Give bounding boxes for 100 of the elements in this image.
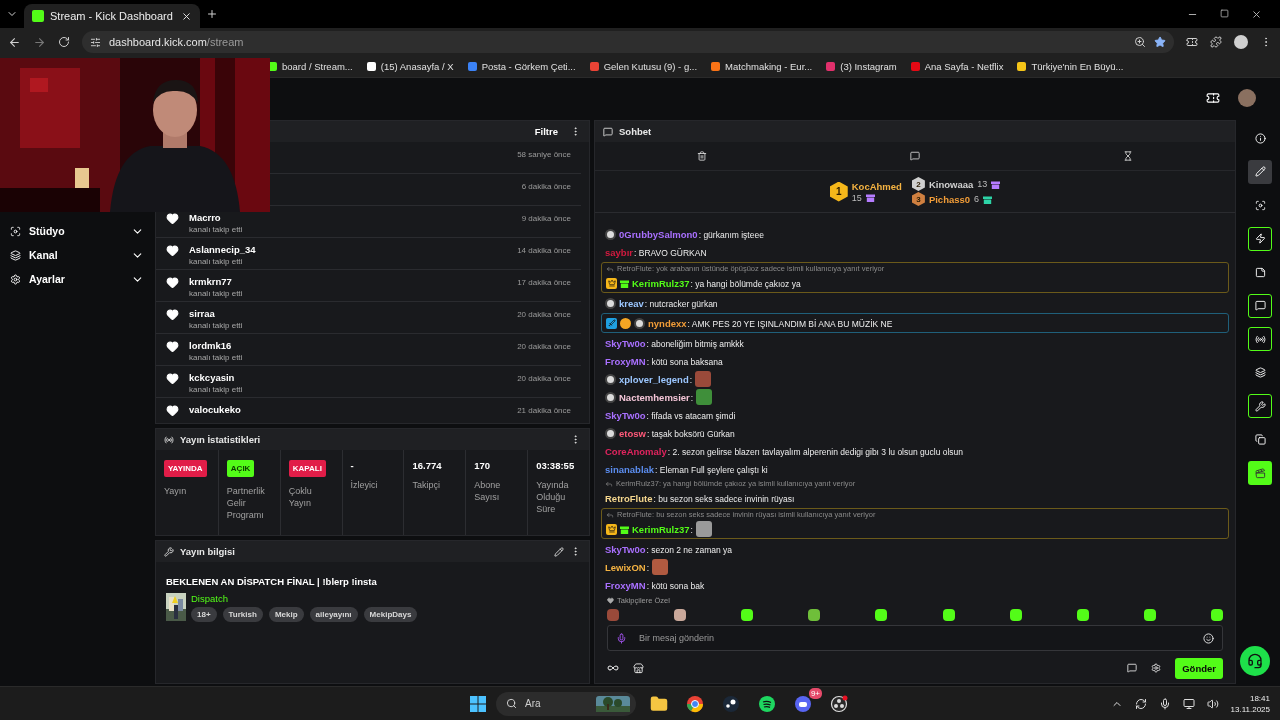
follower-name: krmkrn77 xyxy=(189,276,233,287)
browser-tab[interactable]: Stream - Kick Dashboard xyxy=(24,4,200,28)
new-tab-icon[interactable] xyxy=(206,8,218,20)
store-icon[interactable] xyxy=(633,662,644,674)
folder-icon[interactable] xyxy=(650,694,668,713)
reload-icon[interactable] xyxy=(58,36,70,48)
emote-icon[interactable] xyxy=(674,609,687,621)
app-icon[interactable] xyxy=(794,694,812,713)
hourglass-icon[interactable] xyxy=(1123,151,1134,161)
chat-username[interactable]: SkyTw0o xyxy=(605,409,647,422)
zoom-icon[interactable] xyxy=(1134,36,1146,48)
activity-text: kanalı takip etti xyxy=(189,257,244,266)
bookmark[interactable]: Türkiye'nin En Büyü... xyxy=(1017,61,1124,72)
emote-icon[interactable] xyxy=(808,609,821,621)
wrench-icon[interactable] xyxy=(1248,394,1272,418)
emote-icon[interactable] xyxy=(1009,609,1022,621)
chat-username[interactable]: FroxyMN xyxy=(605,579,647,592)
chat-username[interactable]: KerimRulz37 xyxy=(632,523,691,536)
chat-username[interactable]: KerimRulz37 xyxy=(632,277,691,290)
sync-icon[interactable] xyxy=(1134,697,1147,710)
star-icon[interactable] xyxy=(1154,36,1166,48)
chat-username[interactable]: xplover_legend xyxy=(619,373,690,386)
send-button[interactable]: Gönder xyxy=(1175,657,1223,679)
emote-icon[interactable] xyxy=(942,609,955,621)
trash-icon[interactable] xyxy=(696,151,707,161)
category-link[interactable]: Dispatch xyxy=(191,593,418,604)
maximize-icon[interactable] xyxy=(1220,8,1229,18)
puzzle-icon[interactable] xyxy=(1210,36,1222,48)
heart-icon xyxy=(166,340,179,353)
sidebar-item[interactable]: Kanal xyxy=(10,246,144,264)
bookmark[interactable]: Matchmaking - Eur... xyxy=(711,61,813,72)
chat-username[interactable]: FroxyMN xyxy=(605,355,647,368)
bookmark[interactable]: (3) Instagram xyxy=(826,61,897,72)
chat-username[interactable]: RetroFlute xyxy=(605,492,654,505)
chat-username[interactable]: LewixON xyxy=(605,561,647,574)
chat-username[interactable]: Nactemhemsier xyxy=(619,391,691,404)
back-icon[interactable] xyxy=(8,35,21,49)
activity-text: kanalı takip etti xyxy=(189,353,244,362)
address-bar[interactable]: dashboard.kick.com/stream xyxy=(82,31,1174,53)
emote-icon[interactable] xyxy=(1211,609,1223,621)
settings-icon[interactable] xyxy=(1151,663,1162,673)
chat-username[interactable]: SkyTw0o xyxy=(605,337,647,350)
site-info-icon[interactable] xyxy=(90,36,101,48)
close-icon[interactable] xyxy=(181,10,192,22)
broadcast-icon xyxy=(164,434,174,445)
app-icon[interactable] xyxy=(722,694,740,713)
start-icon[interactable] xyxy=(470,695,486,712)
support-button[interactable] xyxy=(1240,646,1270,676)
mic-icon[interactable] xyxy=(1158,697,1171,710)
close-icon[interactable] xyxy=(1251,8,1262,20)
chat-username[interactable]: SkyTw0o xyxy=(605,543,647,556)
emoji-icon[interactable] xyxy=(1203,632,1214,644)
activity-time: 9 dakika önce xyxy=(521,213,571,223)
sidebar-item[interactable]: Stüdyo xyxy=(10,222,144,240)
edit-icon[interactable] xyxy=(554,546,564,557)
user-avatar[interactable] xyxy=(1238,89,1256,107)
clapperboard-icon[interactable] xyxy=(1248,461,1272,485)
chat-icon[interactable] xyxy=(910,151,920,161)
chat-username[interactable]: nyndexx xyxy=(648,317,688,330)
headset-icon[interactable] xyxy=(1247,653,1263,669)
pencil-icon[interactable] xyxy=(1248,159,1272,184)
emote-icon[interactable] xyxy=(1143,609,1156,621)
app-icon[interactable] xyxy=(830,694,848,713)
activity-text: kanalı takip etti xyxy=(189,385,244,394)
profile-avatar[interactable] xyxy=(1234,35,1248,49)
message-field[interactable]: Bir mesaj gönderin xyxy=(607,625,1223,651)
sidebar-item[interactable]: Ayarlar xyxy=(10,270,144,288)
chat-username[interactable]: 0GrubbySalmon0 xyxy=(619,228,699,241)
browser-icon[interactable] xyxy=(686,694,704,713)
chat-username[interactable]: etosw xyxy=(619,427,647,440)
chat-icon[interactable] xyxy=(1248,293,1272,318)
chat-username[interactable]: CoreAnomaly xyxy=(605,445,668,458)
bookmark[interactable]: Gelen Kutusu (9) - g... xyxy=(589,61,698,72)
chat-message: : BRAVO GÜRKAN xyxy=(634,246,707,259)
heart-icon xyxy=(166,212,179,225)
volume-icon[interactable] xyxy=(1206,697,1219,710)
infinity-icon[interactable] xyxy=(607,662,619,674)
chat-username[interactable]: kreav xyxy=(619,297,645,310)
stat-value: 16.774 xyxy=(412,460,443,471)
monitor-icon[interactable] xyxy=(1182,697,1195,710)
bookmark[interactable]: Posta - Görkem Çeti... xyxy=(467,61,576,72)
forward-icon[interactable] xyxy=(33,35,46,49)
bookmark[interactable]: Ana Sayfa - Netflix xyxy=(910,61,1004,72)
emote-icon[interactable] xyxy=(875,609,888,621)
bolt-icon[interactable] xyxy=(1248,226,1272,251)
chat-message: : kötü sona baksana xyxy=(646,355,723,368)
app-icon[interactable] xyxy=(758,694,776,713)
broadcast-icon[interactable] xyxy=(1248,327,1272,351)
filter-button[interactable]: Filtre xyxy=(528,126,564,137)
ticket-icon[interactable] xyxy=(1206,91,1220,105)
rank-badge: 3 xyxy=(911,192,925,206)
bookmark[interactable]: (15) Anasayfa / X xyxy=(366,61,454,72)
message-input[interactable]: Bir mesaj gönderin xyxy=(637,632,1193,644)
chat-icon[interactable] xyxy=(1127,663,1138,673)
search-box[interactable]: Ara xyxy=(496,691,636,716)
emote-icon[interactable] xyxy=(741,609,754,621)
emote-icon[interactable] xyxy=(1076,609,1089,621)
follower-name: lordmk16 xyxy=(189,340,233,351)
clock[interactable]: 18:41 13.11.2025 xyxy=(1230,692,1270,715)
search-field[interactable]: Ara xyxy=(523,697,590,710)
